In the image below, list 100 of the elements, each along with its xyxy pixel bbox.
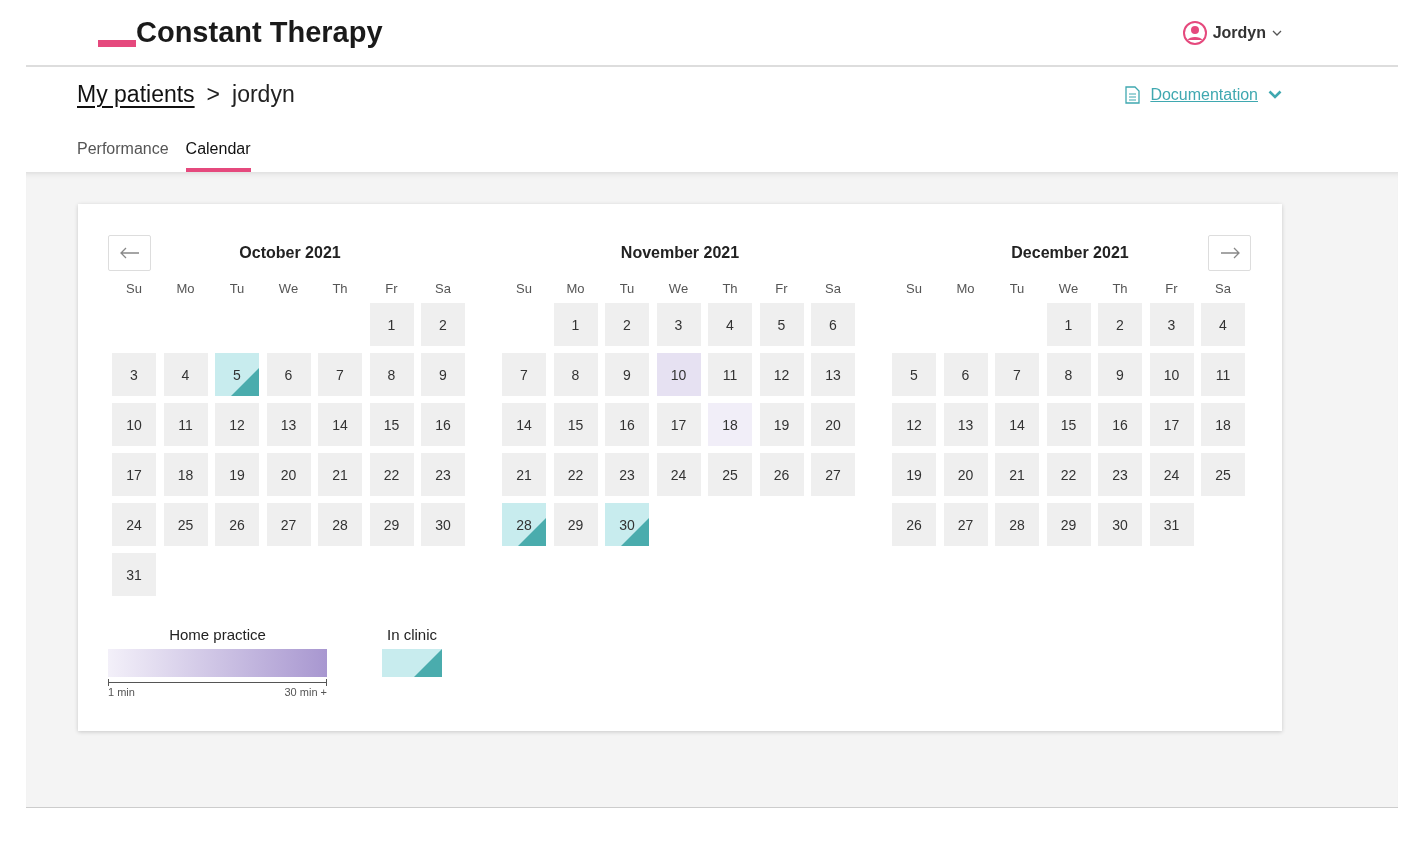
calendar-day[interactable]: 29 (369, 503, 414, 546)
calendar-day[interactable]: 14 (318, 403, 362, 446)
calendar-day[interactable]: 25 (1201, 453, 1245, 496)
calendar-day[interactable]: 14 (502, 403, 546, 446)
calendar-day[interactable]: 25 (163, 503, 208, 546)
calendar-day[interactable]: 1 (1046, 303, 1091, 346)
calendar-day[interactable]: 17 (1149, 403, 1194, 446)
calendar-day[interactable]: 31 (112, 553, 156, 596)
calendar-day[interactable]: 26 (759, 453, 804, 496)
calendar-day[interactable]: 5 (892, 353, 936, 396)
calendar-day[interactable]: 17 (656, 403, 701, 446)
calendar-day[interactable]: 13 (811, 353, 855, 396)
calendar-day[interactable]: 21 (995, 453, 1039, 496)
calendar-day[interactable]: 28 (995, 503, 1039, 546)
calendar-day[interactable]: 13 (943, 403, 988, 446)
calendar-day[interactable]: 19 (215, 453, 259, 496)
calendar-day[interactable]: 21 (502, 453, 546, 496)
calendar-day[interactable]: 9 (605, 353, 649, 396)
calendar-day[interactable]: 25 (708, 453, 752, 496)
calendar-day[interactable]: 11 (163, 403, 208, 446)
calendar-day[interactable]: 5 (759, 303, 804, 346)
calendar-day[interactable]: 27 (266, 503, 311, 546)
calendar-day[interactable]: 18 (708, 403, 752, 446)
calendar-day[interactable]: 22 (553, 453, 598, 496)
calendar-day[interactable]: 4 (708, 303, 752, 346)
calendar-day[interactable]: 29 (553, 503, 598, 546)
calendar-day[interactable]: 31 (1149, 503, 1194, 546)
calendar-day[interactable]: 10 (656, 353, 701, 396)
calendar-day[interactable]: 3 (656, 303, 701, 346)
calendar-day[interactable]: 15 (1046, 403, 1091, 446)
calendar-day[interactable]: 5 (215, 353, 259, 396)
calendar-day[interactable]: 27 (811, 453, 855, 496)
calendar-day[interactable]: 14 (995, 403, 1039, 446)
calendar-day[interactable]: 4 (163, 353, 208, 396)
calendar-day[interactable]: 11 (1201, 353, 1245, 396)
calendar-day[interactable]: 3 (1149, 303, 1194, 346)
calendar-day[interactable]: 19 (759, 403, 804, 446)
calendar-day[interactable]: 2 (605, 303, 649, 346)
calendar-day[interactable]: 26 (892, 503, 936, 546)
calendar-day[interactable]: 24 (1149, 453, 1194, 496)
calendar-day[interactable]: 18 (163, 453, 208, 496)
calendar-day[interactable]: 12 (759, 353, 804, 396)
calendar-day[interactable]: 30 (605, 503, 649, 546)
calendar-day[interactable]: 28 (318, 503, 362, 546)
breadcrumb-link[interactable]: My patients (77, 81, 195, 108)
calendar-day[interactable]: 21 (318, 453, 362, 496)
chevron-down-icon[interactable] (1268, 90, 1282, 99)
calendar-day[interactable]: 9 (421, 353, 465, 396)
calendar-day[interactable]: 16 (605, 403, 649, 446)
calendar-day[interactable]: 12 (892, 403, 936, 446)
calendar-day[interactable]: 11 (708, 353, 752, 396)
previous-button[interactable] (108, 235, 151, 271)
right-arrow-icon (1219, 247, 1240, 259)
user-menu[interactable]: Jordyn (1182, 20, 1282, 45)
calendar-day[interactable]: 27 (943, 503, 988, 546)
calendar-day[interactable]: 29 (1046, 503, 1091, 546)
calendar-day[interactable]: 4 (1201, 303, 1245, 346)
calendar-day[interactable]: 16 (1098, 403, 1142, 446)
calendar-day[interactable]: 7 (995, 353, 1039, 396)
calendar-day[interactable]: 20 (266, 453, 311, 496)
calendar-day[interactable]: 20 (811, 403, 855, 446)
calendar-day[interactable]: 1 (369, 303, 414, 346)
calendar-day[interactable]: 19 (892, 453, 936, 496)
calendar-day[interactable]: 7 (318, 353, 362, 396)
calendar-day[interactable]: 17 (112, 453, 156, 496)
calendar-day[interactable]: 1 (553, 303, 598, 346)
calendar-day[interactable]: 8 (369, 353, 414, 396)
calendar-day[interactable]: 16 (421, 403, 465, 446)
logo[interactable]: Constant Therapy (98, 16, 383, 49)
calendar-day[interactable]: 28 (502, 503, 546, 546)
calendar-day[interactable]: 24 (656, 453, 701, 496)
calendar-day[interactable]: 6 (266, 353, 311, 396)
tab[interactable]: Performance (77, 132, 169, 172)
calendar-day[interactable]: 13 (266, 403, 311, 446)
calendar-day[interactable]: 6 (943, 353, 988, 396)
calendar-day[interactable]: 23 (1098, 453, 1142, 496)
calendar-day[interactable]: 8 (553, 353, 598, 396)
calendar-day[interactable]: 24 (112, 503, 156, 546)
calendar-day[interactable]: 26 (215, 503, 259, 546)
calendar-day[interactable]: 10 (112, 403, 156, 446)
calendar-day[interactable]: 6 (811, 303, 855, 346)
calendar-day[interactable]: 10 (1149, 353, 1194, 396)
calendar-day[interactable]: 22 (369, 453, 414, 496)
calendar-day[interactable]: 2 (1098, 303, 1142, 346)
calendar-day[interactable]: 8 (1046, 353, 1091, 396)
calendar-day[interactable]: 20 (943, 453, 988, 496)
calendar-day[interactable]: 22 (1046, 453, 1091, 496)
calendar-day[interactable]: 15 (369, 403, 414, 446)
calendar-day[interactable]: 23 (421, 453, 465, 496)
calendar-day[interactable]: 18 (1201, 403, 1245, 446)
calendar-day[interactable]: 9 (1098, 353, 1142, 396)
calendar-day[interactable]: 30 (1098, 503, 1142, 546)
calendar-day[interactable]: 7 (502, 353, 546, 396)
calendar-day[interactable]: 30 (421, 503, 465, 546)
calendar-day[interactable]: 15 (553, 403, 598, 446)
calendar-day[interactable]: 23 (605, 453, 649, 496)
calendar-day[interactable]: 2 (421, 303, 465, 346)
calendar-day[interactable]: 3 (112, 353, 156, 396)
calendar-day[interactable]: 12 (215, 403, 259, 446)
next-button[interactable] (1208, 235, 1251, 271)
